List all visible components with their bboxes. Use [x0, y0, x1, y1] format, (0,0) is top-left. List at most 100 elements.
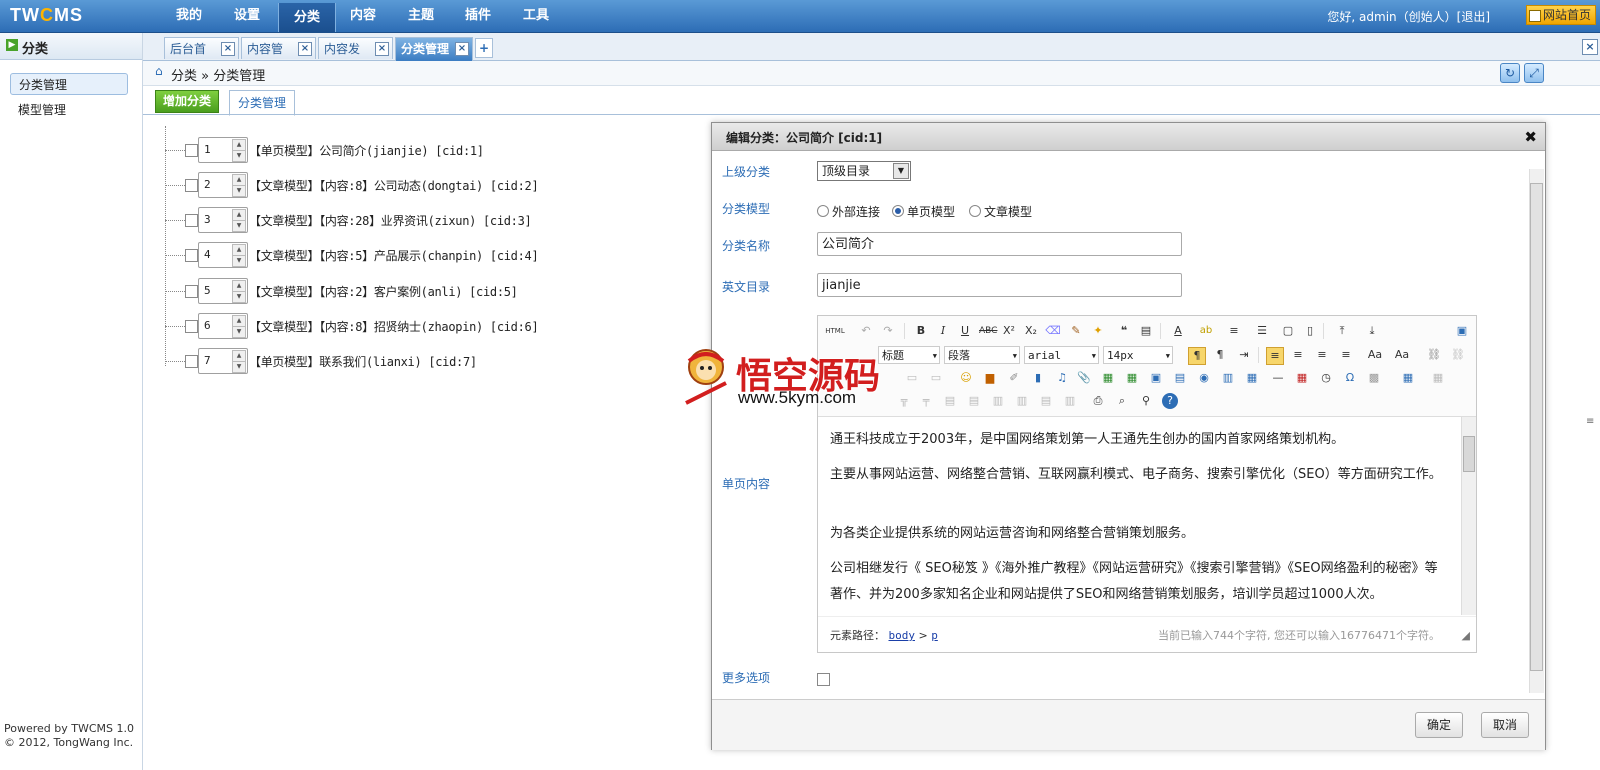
close-icon[interactable]: × — [221, 42, 235, 56]
undo-icon[interactable]: ↶ — [858, 323, 874, 339]
row-checkbox[interactable] — [185, 179, 198, 192]
fullscreen-icon[interactable]: ⤢ — [1524, 63, 1544, 83]
gmap-icon[interactable]: ▦ — [1124, 370, 1140, 386]
font-color-icon[interactable]: A — [1170, 323, 1186, 339]
template-icon[interactable]: ▤ — [1138, 323, 1154, 339]
find-replace-icon[interactable]: ⚲ — [1138, 393, 1154, 409]
row-checkbox[interactable] — [185, 285, 198, 298]
magic-icon[interactable]: ✦ — [1090, 323, 1106, 339]
background-icon[interactable]: ▥ — [1220, 370, 1236, 386]
horizontal-rule-icon[interactable]: — — [1270, 370, 1286, 386]
order-stepper[interactable]: 4 ▲ ▼ — [198, 242, 248, 268]
nav-item-mine[interactable]: 我的 — [161, 0, 217, 32]
stepper-down-icon[interactable]: ▼ — [232, 220, 246, 232]
video-icon[interactable]: ▮ — [1030, 370, 1046, 386]
row-checkbox[interactable] — [185, 355, 198, 368]
stepper-down-icon[interactable]: ▼ — [232, 150, 246, 162]
map-icon[interactable]: ▦ — [1100, 370, 1116, 386]
insert-frame-icon[interactable]: ▣ — [1148, 370, 1164, 386]
special-char-icon[interactable]: Ω — [1342, 370, 1358, 386]
indent-icon[interactable]: ⇥ — [1236, 347, 1252, 363]
row-checkbox[interactable] — [185, 214, 198, 227]
row-spacing-top-icon[interactable]: ⤒ — [1334, 323, 1350, 339]
sidebar-item-model-manage[interactable]: 模型管理 — [10, 99, 128, 121]
tab-category-manage[interactable]: 分类管理 × — [395, 37, 473, 61]
confirm-button[interactable]: 确定 — [1414, 712, 1463, 738]
close-icon[interactable]: × — [1582, 39, 1598, 55]
rtl-icon[interactable]: ¶ — [1212, 347, 1228, 363]
page-break-icon[interactable]: ▤ — [1172, 370, 1188, 386]
split-rows-icon[interactable]: ▤ — [1038, 393, 1054, 409]
nav-item-tools[interactable]: 工具 — [508, 0, 564, 32]
align-right-icon[interactable]: ≡ — [1314, 347, 1330, 363]
help-icon[interactable]: ? — [1162, 393, 1178, 409]
subtab-category-manage[interactable]: 分类管理 — [229, 90, 296, 116]
stepper-down-icon[interactable]: ▼ — [232, 255, 246, 267]
nav-item-category[interactable]: 分类 — [278, 3, 336, 32]
order-stepper[interactable]: 7 ▲ ▼ — [198, 348, 248, 374]
insert-table-icon[interactable]: ▦ — [1400, 370, 1416, 386]
stepper-down-icon[interactable]: ▼ — [232, 291, 246, 303]
row-checkbox[interactable] — [185, 320, 198, 333]
model-radio-external[interactable]: 外部连接 — [817, 203, 880, 220]
path-body-link[interactable]: body — [889, 629, 916, 642]
order-stepper[interactable]: 3 ▲ ▼ — [198, 207, 248, 233]
html-source-icon[interactable]: HTML — [824, 323, 846, 339]
preview-search-icon[interactable]: ⌕ — [1114, 393, 1130, 409]
ltr-icon[interactable]: ¶ — [1188, 347, 1206, 365]
stepper-down-icon[interactable]: ▼ — [232, 361, 246, 373]
dialog-scroll-thumb[interactable] — [1530, 183, 1543, 671]
unlink-icon[interactable]: ⛓ — [1450, 347, 1466, 363]
insert-col-icon[interactable]: ▥ — [990, 393, 1006, 409]
align-justify-icon[interactable]: ≡ — [1338, 347, 1354, 363]
english-dir-input[interactable]: jianjie — [817, 273, 1182, 297]
eraser-icon[interactable]: ⌫ — [1045, 323, 1061, 339]
select-all-icon[interactable]: ▢ — [1280, 323, 1296, 339]
close-icon[interactable]: × — [375, 42, 389, 56]
resize-handle-icon[interactable]: ◢ — [1462, 629, 1470, 642]
quote-icon[interactable]: ❝ — [1116, 323, 1132, 339]
dialog-titlebar[interactable]: 编辑分类：公司简介 [cid:1] ✖ — [712, 123, 1545, 151]
stepper-down-icon[interactable]: ▼ — [232, 185, 246, 197]
paragraph-select[interactable]: 段落 ▼ — [944, 346, 1020, 364]
model-radio-single[interactable]: 单页模型 — [892, 203, 955, 220]
merge-cells-icon[interactable]: ╦ — [896, 393, 912, 409]
app-logo[interactable]: TWCMS — [10, 5, 83, 26]
font-size-select[interactable]: 14px ▼ — [1103, 346, 1173, 364]
print-icon[interactable]: ⎙ — [1090, 393, 1106, 409]
format-brush-icon[interactable]: ✎ — [1068, 323, 1084, 339]
nav-item-settings[interactable]: 设置 — [219, 0, 275, 32]
redo-icon[interactable]: ↷ — [880, 323, 896, 339]
sidebar-item-category-manage[interactable]: 分类管理 — [10, 73, 128, 95]
row-checkbox[interactable] — [185, 249, 198, 262]
insert-row-icon[interactable]: ▤ — [942, 393, 958, 409]
underline-icon[interactable]: U — [957, 323, 973, 339]
model-radio-article[interactable]: 文章模型 — [969, 203, 1032, 220]
web-image-icon[interactable]: ◉ — [1196, 370, 1212, 386]
delete-row-icon[interactable]: ▤ — [966, 393, 982, 409]
row-spacing-bottom-icon[interactable]: ⤓ — [1364, 323, 1380, 339]
scrawl-icon[interactable]: ✐ — [1006, 370, 1022, 386]
heading-select[interactable]: 标题 ▼ — [878, 346, 940, 364]
delete-col-icon[interactable]: ▥ — [1014, 393, 1030, 409]
order-stepper[interactable]: 5 ▲ ▼ — [198, 278, 248, 304]
more-options-checkbox[interactable] — [817, 673, 830, 686]
time-icon[interactable]: ◷ — [1318, 370, 1334, 386]
wordimage-icon[interactable]: ▦ — [1244, 370, 1260, 386]
refresh-icon[interactable]: ↻ — [1500, 63, 1520, 83]
font-family-select[interactable]: arial ▼ — [1024, 346, 1099, 364]
editor-scroll-thumb[interactable] — [1463, 436, 1475, 472]
path-p-link[interactable]: p — [931, 629, 938, 642]
category-name-input[interactable]: 公司简介 — [817, 232, 1182, 256]
add-category-button[interactable]: 增加分类 — [155, 90, 220, 113]
unordered-list-icon[interactable]: ☰ — [1254, 323, 1270, 339]
image-float-left-icon[interactable]: ▭ — [904, 370, 920, 386]
add-tab-button[interactable]: + — [475, 38, 493, 58]
cancel-button[interactable]: 取消 — [1480, 712, 1529, 738]
bold-icon[interactable]: B — [913, 323, 929, 339]
split-cells-icon[interactable]: ╤ — [918, 393, 934, 409]
close-icon[interactable]: × — [298, 42, 312, 56]
nav-item-plugins[interactable]: 插件 — [450, 0, 506, 32]
home-icon[interactable]: ⌂ — [155, 65, 166, 77]
tab-content-manage[interactable]: 内容管理× — [241, 37, 316, 78]
